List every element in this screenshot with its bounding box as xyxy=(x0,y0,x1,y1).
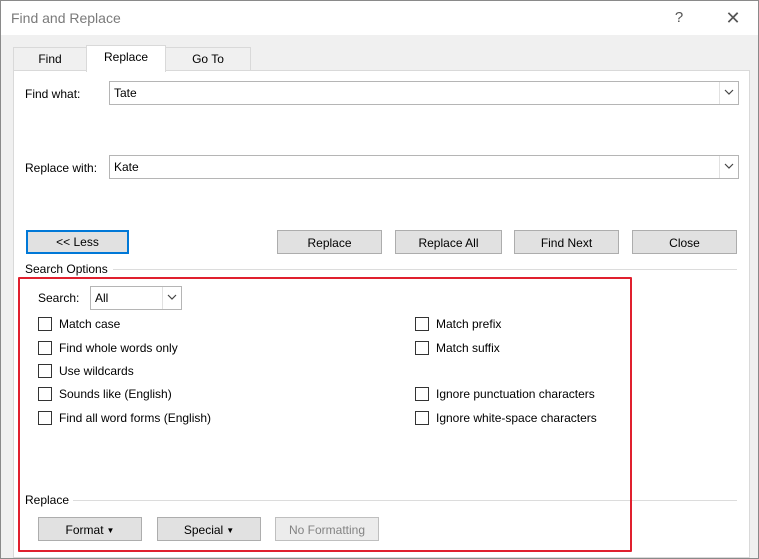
help-button[interactable]: ? xyxy=(667,7,691,29)
find-next-button[interactable]: Find Next xyxy=(514,230,619,254)
tab-go-to[interactable]: Go To xyxy=(165,47,251,71)
tab-replace[interactable]: Replace xyxy=(86,45,166,72)
close-button[interactable]: Close xyxy=(632,230,737,254)
replace-with-label: Replace with: xyxy=(25,161,98,175)
tab-replace-label: Replace xyxy=(103,50,149,64)
find-what-dropdown[interactable] xyxy=(719,82,738,104)
find-what-value: Tate xyxy=(114,86,137,100)
chevron-down-icon xyxy=(724,163,734,169)
replace-all-button[interactable]: Replace All xyxy=(395,230,502,254)
tab-go-to-label: Go To xyxy=(192,52,224,66)
find-replace-dialog: Find and Replace ? ✕ Find Replace Go To … xyxy=(0,0,759,559)
find-what-input[interactable]: Tate xyxy=(109,81,739,105)
tab-find[interactable]: Find xyxy=(13,47,87,71)
search-options-title: Search Options xyxy=(25,262,108,276)
replace-with-value: Kate xyxy=(114,160,139,174)
find-what-label: Find what: xyxy=(25,87,81,101)
dialog-title: Find and Replace xyxy=(11,10,121,26)
replace-with-dropdown[interactable] xyxy=(719,156,738,178)
chevron-down-icon xyxy=(724,89,734,95)
replace-button[interactable]: Replace xyxy=(277,230,382,254)
less-button[interactable]: << Less xyxy=(26,230,129,254)
title-bar: Find and Replace ? ✕ xyxy=(1,1,758,35)
tab-find-label: Find xyxy=(38,52,62,66)
replace-with-input[interactable]: Kate xyxy=(109,155,739,179)
close-window-button[interactable]: ✕ xyxy=(721,7,745,29)
search-options-divider xyxy=(113,269,737,270)
highlight-rectangle xyxy=(18,277,632,552)
